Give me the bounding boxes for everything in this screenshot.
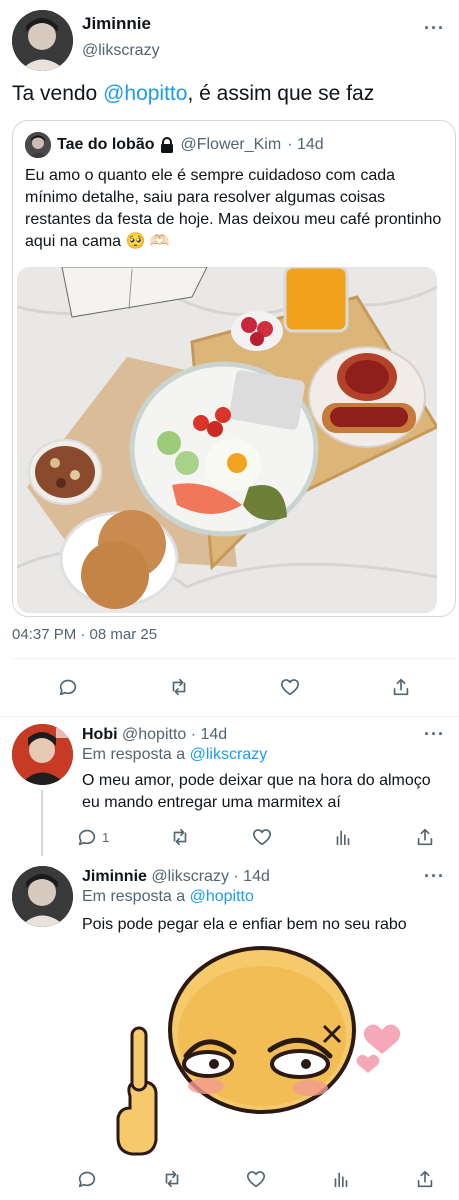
author-handle[interactable]: @likscrazy — [82, 42, 160, 60]
heart-icon[interactable] — [279, 676, 301, 698]
quoted-author-avatar[interactable] — [25, 132, 51, 158]
thread-connector-line — [41, 790, 43, 856]
reply-author-name[interactable]: Jiminnie — [82, 868, 147, 885]
in-reply-mention[interactable]: @likscrazy — [190, 746, 268, 763]
reply-action-bar — [76, 1166, 436, 1192]
quoted-author-name[interactable]: Tae do lobão — [57, 136, 154, 154]
divider — [0, 716, 459, 717]
tweet-timestamp[interactable]: 04:37 PM · 08 mar 25 — [12, 626, 157, 643]
angry-emoji-sticker[interactable] — [110, 946, 410, 1156]
in-reply-label: Em resposta a — [82, 888, 190, 905]
reply-author-handle[interactable]: @hopitto — [122, 726, 186, 743]
reply-icon[interactable] — [57, 676, 79, 698]
share-icon[interactable] — [390, 676, 412, 698]
retweet-icon[interactable] — [168, 676, 190, 698]
retweet-icon[interactable] — [161, 1168, 183, 1190]
share-icon[interactable] — [414, 826, 436, 848]
heart-icon[interactable] — [245, 1168, 267, 1190]
in-reply-to: Em resposta a @likscrazy — [82, 746, 267, 764]
lock-icon — [160, 137, 174, 153]
divider — [12, 658, 456, 659]
quoted-tweet-age: · 14d — [287, 136, 324, 153]
views-icon[interactable] — [330, 1168, 352, 1190]
tweet-mention-link[interactable]: @hopitto — [103, 82, 187, 105]
author-name[interactable]: Jiminnie — [82, 14, 151, 34]
more-options-icon[interactable]: ··· — [424, 18, 445, 39]
share-icon[interactable] — [414, 1168, 436, 1190]
tweet-text-after: , é assim que se faz — [187, 82, 375, 105]
retweet-icon[interactable] — [169, 826, 191, 848]
reply-text: O meu amor, pode deixar que na hora do a… — [82, 772, 431, 811]
reply-avatar[interactable] — [12, 724, 73, 785]
reply-author-name[interactable]: Hobi — [82, 726, 118, 743]
in-reply-mention[interactable]: @hopitto — [190, 888, 254, 905]
more-options-icon[interactable]: ··· — [424, 866, 445, 887]
in-reply-label: Em resposta a — [82, 746, 190, 763]
reply-header: Jiminnie @likscrazy · 14d — [82, 868, 270, 886]
quoted-tweet-header: Tae do lobão @Flower_Kim · 14d — [25, 131, 324, 159]
reply-age: · 14d — [190, 726, 228, 743]
more-options-icon[interactable]: ··· — [424, 724, 445, 745]
quoted-tweet-card[interactable]: Tae do lobão @Flower_Kim · 14d Eu amo o … — [12, 120, 456, 617]
tweet-text-before: Ta vendo — [12, 82, 104, 105]
tweet-text: Ta vendo @hopitto, é assim que se faz — [12, 80, 374, 108]
reply-icon[interactable]: 1 — [76, 826, 109, 848]
reply-icon[interactable] — [76, 1168, 98, 1190]
reply-age: · 14d — [233, 868, 270, 885]
in-reply-to: Em resposta a @hopitto — [82, 888, 254, 906]
heart-icon[interactable] — [251, 826, 273, 848]
author-avatar[interactable] — [12, 10, 73, 71]
reply-avatar[interactable] — [12, 866, 73, 927]
main-action-bar — [12, 672, 456, 702]
reply-author-handle[interactable]: @likscrazy — [151, 868, 229, 885]
reply-count: 1 — [102, 829, 110, 845]
reply-header: Hobi @hopitto · 14d — [82, 726, 227, 744]
views-icon[interactable] — [332, 826, 354, 848]
quoted-author-handle[interactable]: @Flower_Kim — [180, 136, 281, 154]
reply-action-bar: 1 — [76, 824, 436, 850]
quoted-tweet-text: Eu amo o quanto ele é sempre cuidadoso c… — [25, 167, 442, 250]
quoted-tweet-photo[interactable] — [17, 267, 437, 613]
reply-text: Pois pode pegar ela e enfiar bem no seu … — [82, 916, 407, 933]
